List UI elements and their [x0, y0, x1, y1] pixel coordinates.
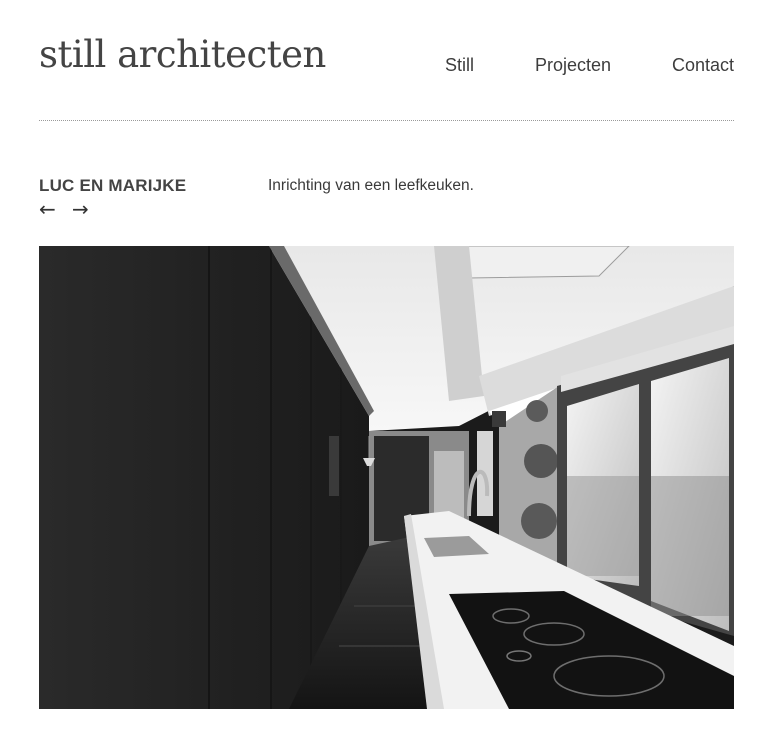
project-title: LUC EN MARIJKE [39, 176, 187, 195]
site-logo[interactable]: still architecten [39, 36, 326, 73]
nav-item-projecten[interactable]: Projecten [535, 55, 611, 76]
project-photo [39, 246, 734, 709]
nav-item-still[interactable]: Still [445, 55, 474, 76]
header-divider [39, 120, 734, 121]
nav-item-contact[interactable]: Contact [672, 55, 734, 76]
arrow-right-icon[interactable]: → [72, 199, 89, 219]
arrow-left-icon[interactable]: ← [39, 199, 56, 219]
project-description: Inrichting van een leefkeuken. [268, 177, 474, 194]
